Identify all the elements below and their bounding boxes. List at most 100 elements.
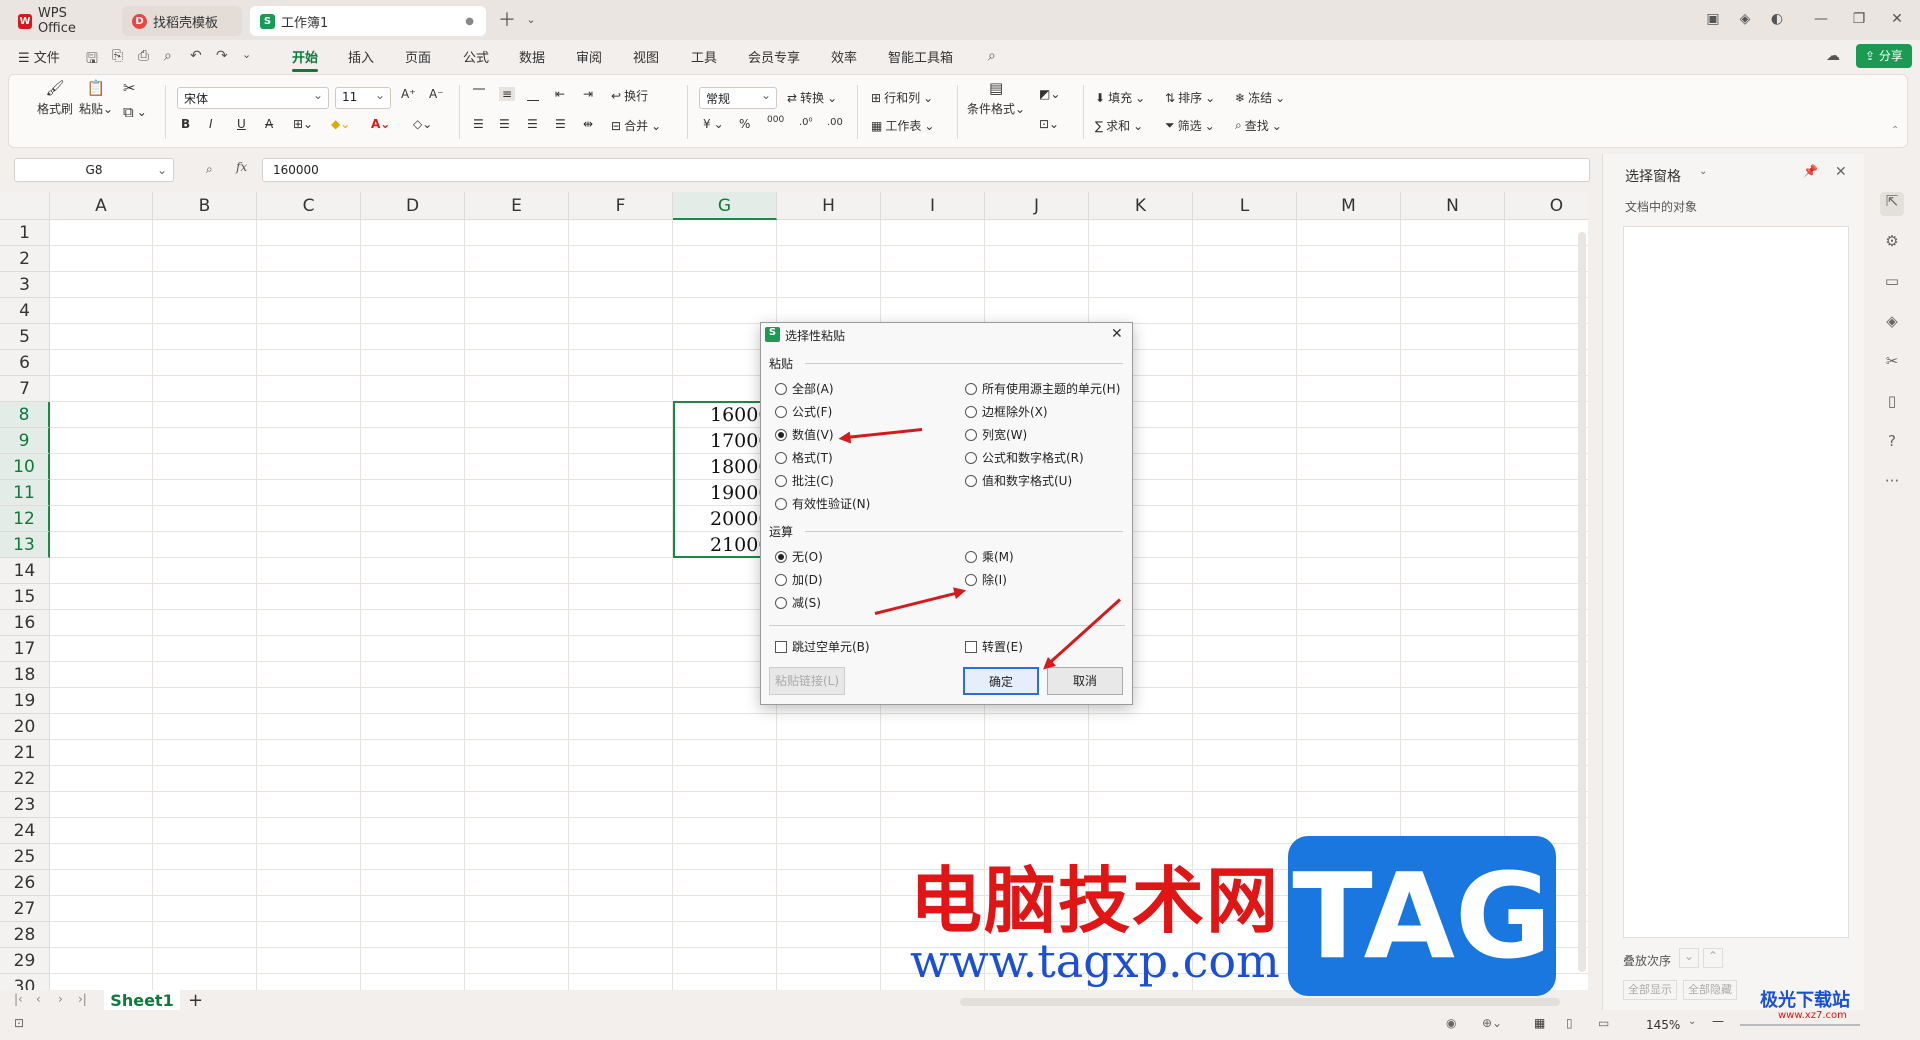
adjust-icon[interactable]: ⚙	[1880, 232, 1904, 256]
row-header[interactable]: 25	[0, 844, 50, 870]
file-menu[interactable]: ☰ 文件	[18, 47, 60, 66]
paste-source-theme-option[interactable]: 所有使用源主题的单元(H)	[965, 380, 1120, 397]
close-window-button[interactable]: ✕	[1884, 8, 1910, 30]
row-header[interactable]: 15	[0, 584, 50, 610]
paste-values-option[interactable]: 数值(V)	[775, 426, 834, 443]
close-icon[interactable]: ✕	[1835, 164, 1847, 180]
row-header[interactable]: 3	[0, 272, 50, 298]
save-icon[interactable]: 🖫	[86, 48, 98, 72]
justify-icon[interactable]: ☰	[555, 117, 566, 131]
horizontal-scrollbar[interactable]	[960, 998, 1560, 1006]
paste-validation-option[interactable]: 有效性验证(N)	[775, 495, 870, 512]
paste-column-widths-option[interactable]: 列宽(W)	[965, 426, 1027, 443]
ok-button[interactable]: 确定	[963, 667, 1039, 695]
print-preview-icon[interactable]: ⌕	[164, 48, 172, 64]
row-header[interactable]: 24	[0, 818, 50, 844]
table-style-icon[interactable]: ⊡⌄	[1039, 117, 1059, 131]
new-tab-button[interactable]: ＋	[494, 8, 520, 31]
tab-wps-office[interactable]: W WPS Office	[8, 6, 114, 36]
search-icon[interactable]: ⌕	[988, 48, 996, 64]
more-icon[interactable]: ···	[1880, 472, 1904, 496]
paste-formula-number-format-option[interactable]: 公式和数字格式(R)	[965, 449, 1084, 466]
column-header[interactable]: G	[673, 192, 777, 220]
row-header[interactable]: 17	[0, 636, 50, 662]
column-header[interactable]: H	[777, 192, 881, 220]
zoom-formula-icon[interactable]: ⌕	[206, 162, 213, 177]
style-icon[interactable]: ◈	[1880, 312, 1904, 336]
tab-member[interactable]: 会员专享	[748, 47, 800, 66]
row-col-button[interactable]: ⊞ 行和列 ⌄	[871, 89, 933, 106]
row-header[interactable]: 19	[0, 688, 50, 714]
row-header[interactable]: 27	[0, 896, 50, 922]
cloud-icon[interactable]: ☁	[1826, 48, 1840, 64]
sort-button[interactable]: ⇅ 排序 ⌄	[1165, 89, 1215, 106]
tools-icon[interactable]: ✂	[1880, 352, 1904, 376]
distribute-icon[interactable]: ⇹	[583, 117, 593, 131]
row-header[interactable]: 29	[0, 948, 50, 974]
locate-icon[interactable]: ⊕⌄	[1482, 1016, 1502, 1030]
layout-icon[interactable]: ▣	[1700, 8, 1726, 30]
collapse-ribbon-icon[interactable]: ⌃	[1891, 125, 1899, 136]
paste-except-borders-option[interactable]: 边框除外(X)	[965, 403, 1048, 420]
currency-button[interactable]: ¥ ⌄	[703, 117, 724, 131]
align-right-icon[interactable]: ☰	[527, 117, 538, 131]
operation-multiply-option[interactable]: 乘(M)	[965, 548, 1014, 565]
border-icon[interactable]: ⊞⌄	[293, 117, 313, 131]
select-cursor-icon[interactable]: ⇱	[1880, 192, 1904, 216]
objects-list[interactable]	[1623, 226, 1849, 938]
cut-button[interactable]: ✂	[123, 79, 136, 97]
column-header[interactable]: C	[257, 192, 361, 220]
export-pdf-icon[interactable]: ⎘	[112, 48, 123, 64]
move-up-button[interactable]: ⌃	[1703, 948, 1723, 968]
conditional-format-button[interactable]: ▤ 条件格式⌄	[967, 79, 1025, 117]
align-top-icon[interactable]: ⎺	[473, 87, 485, 102]
decrease-decimal-icon[interactable]: .00	[827, 117, 843, 128]
page-break-icon[interactable]: ▭	[1598, 1016, 1609, 1030]
align-bottom-icon[interactable]: ⎽	[527, 87, 539, 102]
tab-ai-toolbox[interactable]: 智能工具箱	[888, 47, 953, 66]
column-header[interactable]: O	[1505, 192, 1588, 220]
percent-button[interactable]: %	[739, 117, 750, 131]
operation-none-option[interactable]: 无(O)	[775, 548, 823, 565]
row-header[interactable]: 11	[0, 480, 50, 506]
operation-divide-option[interactable]: 除(I)	[965, 571, 1007, 588]
tab-efficiency[interactable]: 效率	[831, 47, 857, 66]
paste-formats-option[interactable]: 格式(T)	[775, 449, 833, 466]
zoom-level[interactable]: 145%	[1646, 1018, 1680, 1032]
unsaved-dot-icon[interactable]: ●	[465, 16, 474, 27]
number-format-select[interactable]: 常规	[699, 87, 777, 109]
skip-blanks-checkbox[interactable]: 跳过空单元(B)	[775, 638, 870, 655]
row-header[interactable]: 13	[0, 532, 50, 558]
hide-all-button[interactable]: 全部隐藏	[1683, 980, 1737, 1000]
row-header[interactable]: 7	[0, 376, 50, 402]
merge-button[interactable]: ⊟ 合并 ⌄	[611, 117, 661, 134]
comment-icon[interactable]: ▭	[1880, 272, 1904, 296]
page-view-icon[interactable]: ▯	[1566, 1016, 1573, 1030]
avatar[interactable]: ◐	[1764, 8, 1790, 30]
increase-indent-icon[interactable]: ⇥	[583, 87, 593, 101]
row-header[interactable]: 9	[0, 428, 50, 454]
help-icon[interactable]: ?	[1880, 432, 1904, 456]
row-header[interactable]: 30	[0, 974, 50, 990]
quick-access-chevron-icon[interactable]: ⌄	[242, 48, 251, 61]
italic-icon[interactable]: I	[209, 117, 213, 131]
align-left-icon[interactable]: ☰	[473, 117, 484, 131]
pin-icon[interactable]: 📌	[1803, 164, 1818, 178]
first-sheet-icon[interactable]: |‹	[14, 992, 23, 1006]
wrap-text-button[interactable]: ↩ 换行	[611, 87, 648, 104]
cube-icon[interactable]: ◈	[1732, 8, 1758, 30]
row-header[interactable]: 2	[0, 246, 50, 272]
column-header[interactable]: F	[569, 192, 673, 220]
copy-button[interactable]: ⧉ ⌄	[123, 103, 147, 121]
tab-data[interactable]: 数据	[519, 47, 545, 66]
column-header[interactable]: K	[1089, 192, 1193, 220]
row-header[interactable]: 23	[0, 792, 50, 818]
select-all-corner[interactable]	[0, 192, 50, 220]
column-header[interactable]: N	[1401, 192, 1505, 220]
macro-icon[interactable]: ⊡	[14, 1016, 24, 1030]
paste-button[interactable]: 📋 粘贴⌄	[79, 79, 113, 117]
restore-button[interactable]: ❐	[1846, 8, 1872, 30]
show-all-button[interactable]: 全部显示	[1623, 980, 1677, 1000]
vertical-scrollbar[interactable]	[1578, 232, 1586, 972]
column-header[interactable]: I	[881, 192, 985, 220]
